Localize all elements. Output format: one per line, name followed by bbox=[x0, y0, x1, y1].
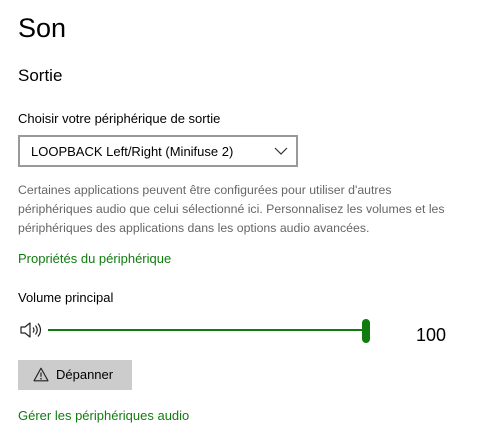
chevron-down-icon bbox=[274, 147, 288, 155]
device-properties-link[interactable]: Propriétés du périphérique bbox=[18, 250, 171, 268]
slider-fill bbox=[48, 329, 366, 331]
manage-audio-devices-link[interactable]: Gérer les périphériques audio bbox=[18, 407, 189, 425]
troubleshoot-button[interactable]: Dépanner bbox=[18, 360, 132, 390]
output-device-dropdown[interactable]: LOOPBACK Left/Right (Minifuse 2) bbox=[18, 135, 298, 167]
output-device-selected-value: LOOPBACK Left/Right (Minifuse 2) bbox=[31, 144, 234, 159]
troubleshoot-label: Dépanner bbox=[56, 367, 114, 382]
page-title: Son bbox=[18, 13, 67, 43]
warning-icon bbox=[33, 367, 49, 382]
master-volume-slider[interactable] bbox=[48, 318, 370, 344]
master-volume-label: Volume principal bbox=[18, 290, 114, 305]
speaker-icon[interactable] bbox=[19, 321, 43, 339]
volume-value: 100 bbox=[416, 325, 447, 345]
output-description: Certaines applications peuvent être conf… bbox=[18, 183, 445, 235]
output-device-label: Choisir votre périphérique de sortie bbox=[18, 111, 221, 126]
output-section-title: Sortie bbox=[18, 66, 63, 85]
slider-thumb[interactable] bbox=[362, 319, 370, 343]
